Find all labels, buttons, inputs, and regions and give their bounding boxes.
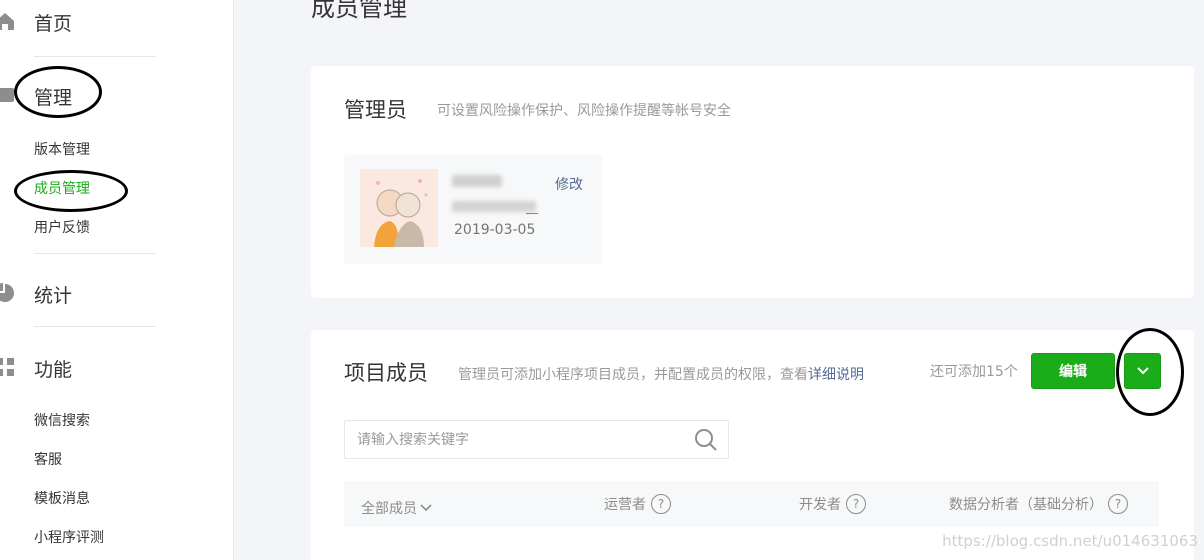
sidebar-item-feedback[interactable]: 用户反馈 bbox=[34, 217, 90, 237]
admin-card: 管理员 可设置风险操作保护、风险操作提醒等帐号安全 修改 2019-03-05 bbox=[311, 66, 1194, 298]
watermark: https://blog.csdn.net/u014631063 bbox=[942, 532, 1198, 550]
admin-entry: 修改 2019-03-05 bbox=[344, 155, 602, 264]
sidebar-item-customer-service[interactable]: 客服 bbox=[34, 449, 62, 469]
filter-all-members[interactable]: 全部成员 bbox=[361, 498, 432, 518]
members-desc-text: 管理员可添加小程序项目成员，并配置成员的权限，查看 bbox=[458, 367, 808, 383]
sidebar-item-version[interactable]: 版本管理 bbox=[34, 139, 90, 159]
admin-date: 2019-03-05 bbox=[454, 222, 536, 238]
filter-all-members-label: 全部成员 bbox=[361, 501, 417, 517]
members-section-desc: 管理员可添加小程序项目成员，并配置成员的权限，查看详细说明 bbox=[458, 364, 864, 384]
column-operator-label: 运营者 bbox=[604, 497, 646, 513]
sidebar-item-wechat-search[interactable]: 微信搜索 bbox=[34, 410, 90, 430]
column-analyst: 数据分析者（基础分析）? bbox=[949, 494, 1128, 514]
sidebar-item-evaluation[interactable]: 小程序评测 bbox=[34, 527, 104, 547]
annotation-circle bbox=[14, 66, 102, 118]
help-icon[interactable]: ? bbox=[651, 494, 671, 514]
members-table-header: 全部成员 运营者? 开发者? 数据分析者（基础分析）? bbox=[344, 481, 1159, 527]
column-developer: 开发者? bbox=[799, 494, 866, 514]
avatar bbox=[360, 169, 438, 247]
annotation-circle bbox=[14, 170, 128, 212]
divider bbox=[34, 326, 156, 327]
members-section-title: 项目成员 bbox=[344, 361, 428, 385]
admin-section-desc: 可设置风险操作保护、风险操作提醒等帐号安全 bbox=[437, 103, 731, 119]
members-card: 项目成员 管理员可添加小程序项目成员，并配置成员的权限，查看详细说明 还可添加1… bbox=[311, 330, 1194, 560]
page-title: 成员管理 bbox=[311, 0, 407, 22]
search-box bbox=[344, 420, 729, 459]
admin-section-title: 管理员 bbox=[344, 98, 407, 122]
blurred-id bbox=[452, 201, 536, 212]
edit-button[interactable]: 编辑 bbox=[1031, 353, 1115, 389]
column-analyst-label: 数据分析者（基础分析） bbox=[949, 497, 1103, 513]
nav-home-label: 首页 bbox=[34, 13, 73, 35]
help-icon[interactable]: ? bbox=[846, 494, 866, 514]
blurred-underscore bbox=[526, 213, 538, 214]
avatar-illustration-icon bbox=[360, 169, 438, 247]
modify-link[interactable]: 修改 bbox=[555, 174, 583, 194]
search-input[interactable] bbox=[357, 430, 677, 450]
divider bbox=[34, 253, 156, 254]
details-link[interactable]: 详细说明 bbox=[808, 367, 864, 383]
grid-icon bbox=[0, 358, 14, 376]
home-icon bbox=[0, 13, 14, 30]
annotation-circle bbox=[1116, 328, 1184, 416]
column-developer-label: 开发者 bbox=[799, 497, 841, 513]
sidebar: 首页 管理 版本管理 成员管理 用户反馈 统计 功能 微信搜索 客服 模板消息 … bbox=[0, 0, 234, 560]
remain-count: 还可添加15个 bbox=[930, 364, 1018, 380]
column-operator: 运营者? bbox=[604, 494, 671, 514]
help-icon[interactable]: ? bbox=[1108, 494, 1128, 514]
pie-chart-icon bbox=[0, 283, 14, 302]
chevron-down-icon bbox=[420, 504, 432, 512]
nav-stats-label: 统计 bbox=[34, 285, 73, 307]
blurred-name bbox=[452, 175, 502, 187]
nav-features-label: 功能 bbox=[34, 359, 73, 381]
sidebar-item-template-message[interactable]: 模板消息 bbox=[34, 488, 90, 508]
search-icon[interactable] bbox=[694, 428, 718, 452]
divider bbox=[34, 56, 156, 57]
